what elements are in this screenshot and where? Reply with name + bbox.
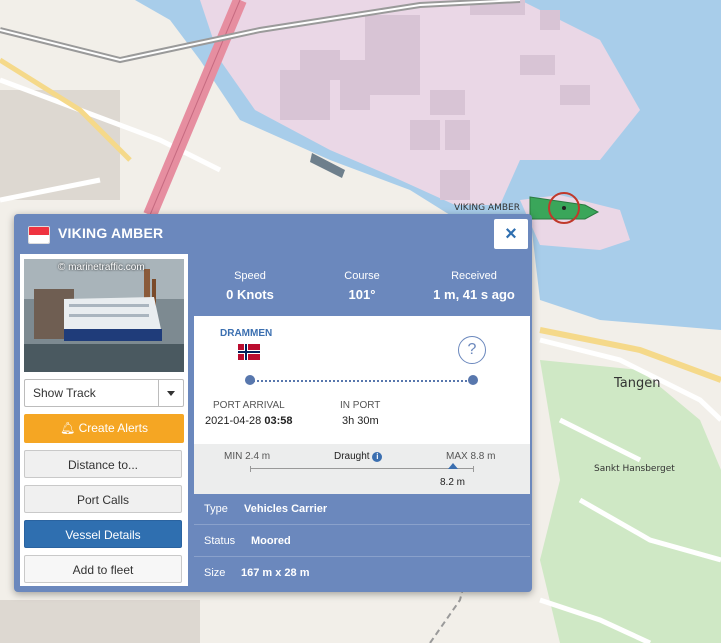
create-alerts-button[interactable]: 🔔︎ Create Alerts xyxy=(24,414,184,443)
draught-label: Draught xyxy=(334,451,370,462)
chevron-down-icon[interactable] xyxy=(158,380,183,406)
route-start-dot xyxy=(245,375,255,385)
draught-title: Draught i xyxy=(334,451,383,462)
course-label: Course xyxy=(344,270,380,282)
draught-scale xyxy=(250,463,474,472)
vessel-stats: Speed 0 Knots Course 101° Received 1 m, … xyxy=(194,254,530,316)
unknown-destination-icon: ? xyxy=(458,336,486,364)
vessel-details-button[interactable]: Vessel Details xyxy=(24,520,182,548)
map-label-tangen: Tangen xyxy=(614,376,661,391)
port-calls-button[interactable]: Port Calls xyxy=(24,485,182,513)
show-track-dropdown[interactable]: Show Track xyxy=(24,379,184,407)
port-arrival-time: 03:58 xyxy=(264,415,293,427)
vessel-popup: VIKING AMBER × © marinetraffic.com Show … xyxy=(14,214,532,592)
singapore-flag-icon xyxy=(28,226,50,244)
vessel-photo[interactable]: © marinetraffic.com xyxy=(24,259,184,372)
in-port-value: 3h 30m xyxy=(342,415,379,427)
status-value: Moored xyxy=(251,535,291,547)
received-value: 1 m, 41 s ago xyxy=(433,287,515,302)
show-track-label: Show Track xyxy=(33,386,96,400)
draught-panel: MIN 2.4 m Draught i MAX 8.8 m 8.2 m xyxy=(194,444,530,494)
bell-icon: 🔔︎ xyxy=(60,421,76,435)
type-value: Vehicles Carrier xyxy=(244,503,328,515)
route-line xyxy=(250,380,474,382)
speed-label: Speed xyxy=(234,270,266,282)
voyage-panel: DRAMMEN ? PORT ARRIVAL 2021-04-28 03:58 … xyxy=(194,316,530,444)
size-label: Size xyxy=(204,567,226,579)
received-label: Received xyxy=(451,270,497,282)
port-arrival-date: 2021-04-28 xyxy=(205,415,262,427)
draught-min: MIN 2.4 m xyxy=(224,451,271,462)
map-label-sankt-hansberget: Sankt Hansberget xyxy=(594,464,675,474)
size-row: Size 167 m x 28 m xyxy=(194,558,530,588)
norway-flag-icon xyxy=(238,344,260,360)
in-port-label: IN PORT xyxy=(340,400,381,411)
received-stat: Received 1 m, 41 s ago xyxy=(418,254,530,302)
vessel-name: VIKING AMBER xyxy=(58,225,164,241)
map-vessel-label: VIKING AMBER xyxy=(454,203,520,213)
status-label: Status xyxy=(204,535,236,547)
draught-max: MAX 8.8 m xyxy=(446,451,496,462)
add-to-fleet-button[interactable]: Add to fleet xyxy=(24,555,182,583)
speed-value: 0 Knots xyxy=(226,287,274,302)
close-icon[interactable]: × xyxy=(494,219,528,249)
port-arrival-value: 2021-04-28 03:58 xyxy=(205,415,292,427)
photo-credit: © marinetraffic.com xyxy=(58,262,145,273)
distance-to-button[interactable]: Distance to... xyxy=(24,450,182,478)
create-alerts-label: Create Alerts xyxy=(78,421,148,435)
route-end-dot xyxy=(468,375,478,385)
draught-value: 8.2 m xyxy=(440,477,466,488)
course-value: 101° xyxy=(348,287,376,302)
speed-stat: Speed 0 Knots xyxy=(194,254,306,302)
info-icon[interactable]: i xyxy=(372,452,383,462)
type-label: Type xyxy=(204,503,228,515)
course-stat: Course 101° xyxy=(306,254,418,302)
status-row: Status Moored xyxy=(194,526,530,557)
destination-port[interactable]: DRAMMEN xyxy=(220,328,272,339)
popup-left-column: © marinetraffic.com Show Track 🔔︎ Create… xyxy=(20,254,188,586)
type-row: Type Vehicles Carrier xyxy=(194,494,530,525)
port-arrival-label: PORT ARRIVAL xyxy=(213,400,285,411)
size-value: 167 m x 28 m xyxy=(241,567,310,579)
popup-header: VIKING AMBER × xyxy=(14,214,532,254)
draught-marker xyxy=(448,463,458,469)
vessel-info-rows: Type Vehicles Carrier Status Moored Size… xyxy=(194,494,530,586)
